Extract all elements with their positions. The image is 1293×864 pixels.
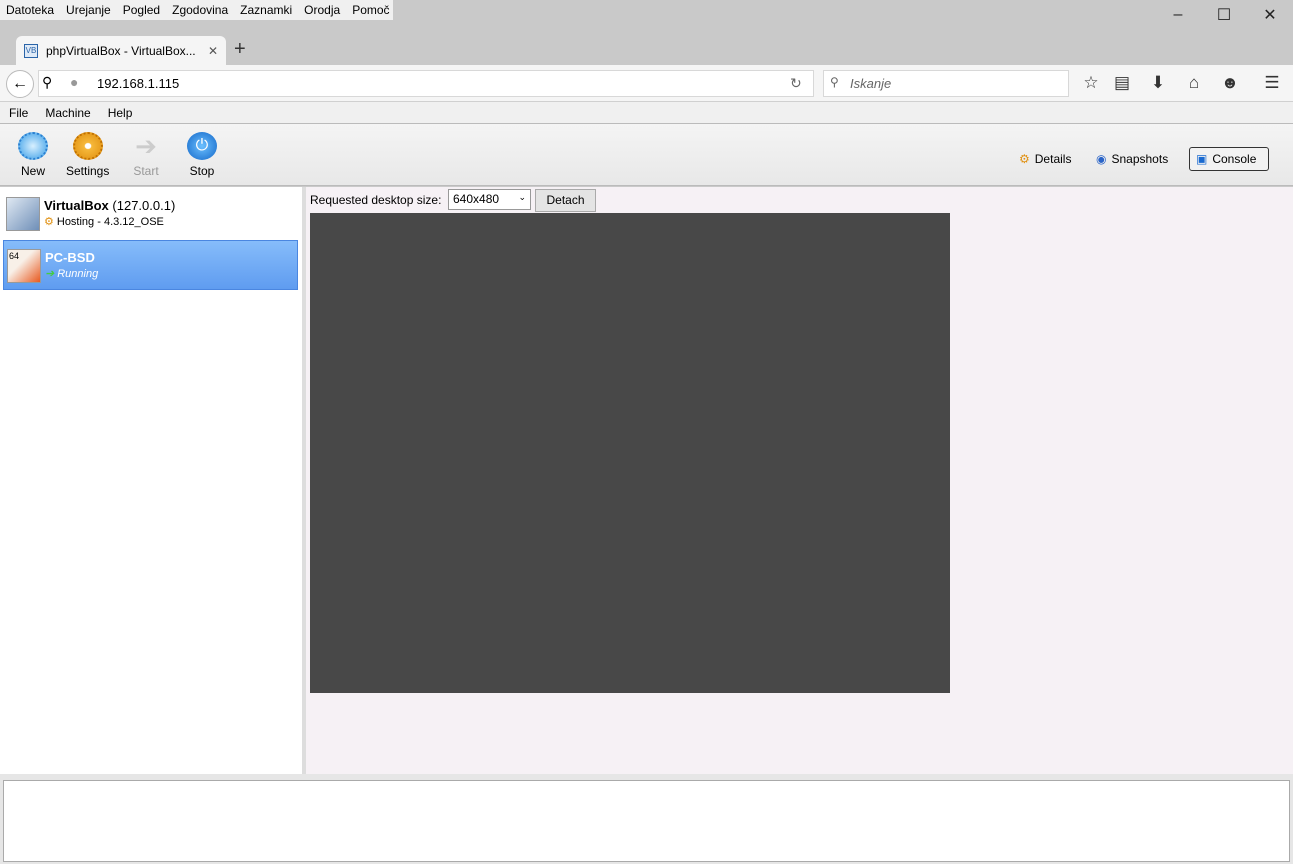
power-icon: ⏻: [187, 132, 217, 160]
monitor-icon: ▣: [1196, 152, 1208, 166]
menu-zaznamki[interactable]: Zaznamki: [234, 3, 298, 17]
search-placeholder: Iskanje: [850, 76, 892, 91]
host-status-text: Hosting - 4.3.12_OSE: [56, 215, 164, 228]
minimize-button[interactable]: –: [1155, 0, 1201, 30]
url-bar[interactable]: 192.168.1.115: [38, 70, 814, 97]
hello-icon[interactable]: ☻: [1218, 73, 1242, 93]
details-label: Details: [1034, 152, 1072, 166]
host-status: ⚙ Hosting - 4.3.12_OSE: [44, 215, 164, 229]
detach-button[interactable]: Detach: [535, 189, 596, 212]
app-toolbar: New Settings ➔ Start ⏻ Stop ⚙ Details ◉ Snap…: [0, 124, 1293, 186]
favicon-icon: VB: [24, 44, 38, 58]
app-menubar: File Machine Help: [0, 102, 1293, 124]
reload-icon[interactable]: ↻: [790, 75, 802, 92]
start-arrow-icon: ➔: [135, 131, 157, 161]
reading-list-icon[interactable]: ▤: [1110, 73, 1134, 93]
menu-orodja[interactable]: Orodja: [298, 3, 346, 17]
home-icon[interactable]: ⌂: [1182, 73, 1206, 93]
menu-datoteka[interactable]: Datoteka: [0, 3, 60, 17]
new-icon: [18, 132, 48, 160]
start-label: Start: [133, 164, 159, 178]
host-name: VirtualBox: [44, 198, 109, 213]
back-button[interactable]: ←: [6, 70, 34, 98]
globe-icon: ●: [70, 74, 79, 90]
desktop-size-value: 640x480: [453, 192, 500, 206]
bookmark-star-icon[interactable]: ☆: [1079, 73, 1103, 93]
tab-console[interactable]: ▣ Console: [1189, 147, 1269, 171]
chevron-down-icon: ⌄: [518, 192, 526, 202]
settings-label: Settings: [66, 164, 110, 178]
navigation-bar: 192.168.1.115 ← ⚲ ● ↻ Iskanje ⚲ ☆ ▤ ⬇ ⌂ …: [0, 65, 1293, 102]
vm-state: Running: [57, 267, 99, 280]
gear-icon: ⚙: [1019, 152, 1030, 166]
hamburger-menu-icon[interactable]: ☰: [1260, 73, 1284, 93]
host-address: (127.0.0.1): [112, 198, 176, 213]
new-tab-button[interactable]: +: [234, 38, 246, 61]
browser-tab[interactable]: VB phpVirtualBox - VirtualBox... ✕: [16, 36, 226, 66]
vm-name: PC-BSD: [45, 250, 95, 265]
search-input[interactable]: Iskanje: [823, 70, 1069, 97]
menu-pomoc[interactable]: Pomoč: [346, 3, 395, 17]
menu-zgodovina[interactable]: Zgodovina: [166, 3, 234, 17]
vm-console-screen[interactable]: [310, 213, 950, 693]
start-button[interactable]: ➔ Start: [131, 132, 161, 178]
stop-label: Stop: [189, 164, 215, 178]
menu-file[interactable]: File: [0, 106, 36, 120]
stop-button[interactable]: ⏻ Stop: [187, 132, 217, 178]
console-label: Console: [1212, 152, 1257, 166]
settings-button[interactable]: Settings: [66, 132, 109, 178]
search-icon: ⚲: [830, 75, 839, 89]
menu-urejanje[interactable]: Urejanje: [60, 3, 117, 17]
close-window-button[interactable]: ✕: [1247, 0, 1293, 30]
desktop-size-label: Requested desktop size:: [310, 193, 442, 207]
key-icon: ⚲: [42, 74, 53, 90]
url-text: 192.168.1.115: [97, 76, 180, 91]
vm-list: VirtualBox (127.0.0.1) ⚙ Hosting - 4.3.12…: [0, 187, 302, 774]
host-title: VirtualBox (127.0.0.1): [44, 198, 175, 213]
snapshots-label: Snapshots: [1111, 152, 1169, 166]
host-item[interactable]: VirtualBox (127.0.0.1) ⚙ Hosting - 4.3.12…: [3, 189, 298, 239]
menu-help[interactable]: Help: [99, 106, 141, 120]
running-arrow-icon: ➔: [45, 268, 55, 280]
virtualbox-icon: [6, 197, 40, 231]
new-label: New: [20, 164, 45, 178]
vm-item-selected[interactable]: 64 PC-BSD ➔ Running: [3, 240, 298, 290]
tab-details[interactable]: ⚙ Details: [1013, 147, 1077, 171]
tab-snapshots[interactable]: ◉ Snapshots: [1090, 147, 1174, 171]
menu-machine[interactable]: Machine: [36, 106, 98, 120]
camera-icon: ◉: [1096, 152, 1107, 166]
log-area: [3, 780, 1290, 862]
download-icon[interactable]: ⬇: [1146, 73, 1170, 93]
detach-label: Detach: [546, 193, 585, 207]
browser-menubar: Datoteka Urejanje Pogled Zgodovina Zazna…: [0, 0, 393, 20]
arch-badge: 64: [9, 251, 20, 261]
os-icon: 64: [7, 249, 41, 283]
new-button[interactable]: New: [18, 132, 48, 178]
tab-title: phpVirtualBox - VirtualBox...: [46, 44, 196, 58]
maximize-button[interactable]: ☐: [1201, 0, 1247, 30]
close-tab-icon[interactable]: ✕: [208, 44, 218, 58]
gear-icon: [72, 132, 103, 160]
menu-pogled[interactable]: Pogled: [117, 3, 166, 17]
desktop-size-select[interactable]: 640x480 ⌄: [448, 189, 531, 210]
gear-icon: ⚙: [44, 216, 54, 228]
